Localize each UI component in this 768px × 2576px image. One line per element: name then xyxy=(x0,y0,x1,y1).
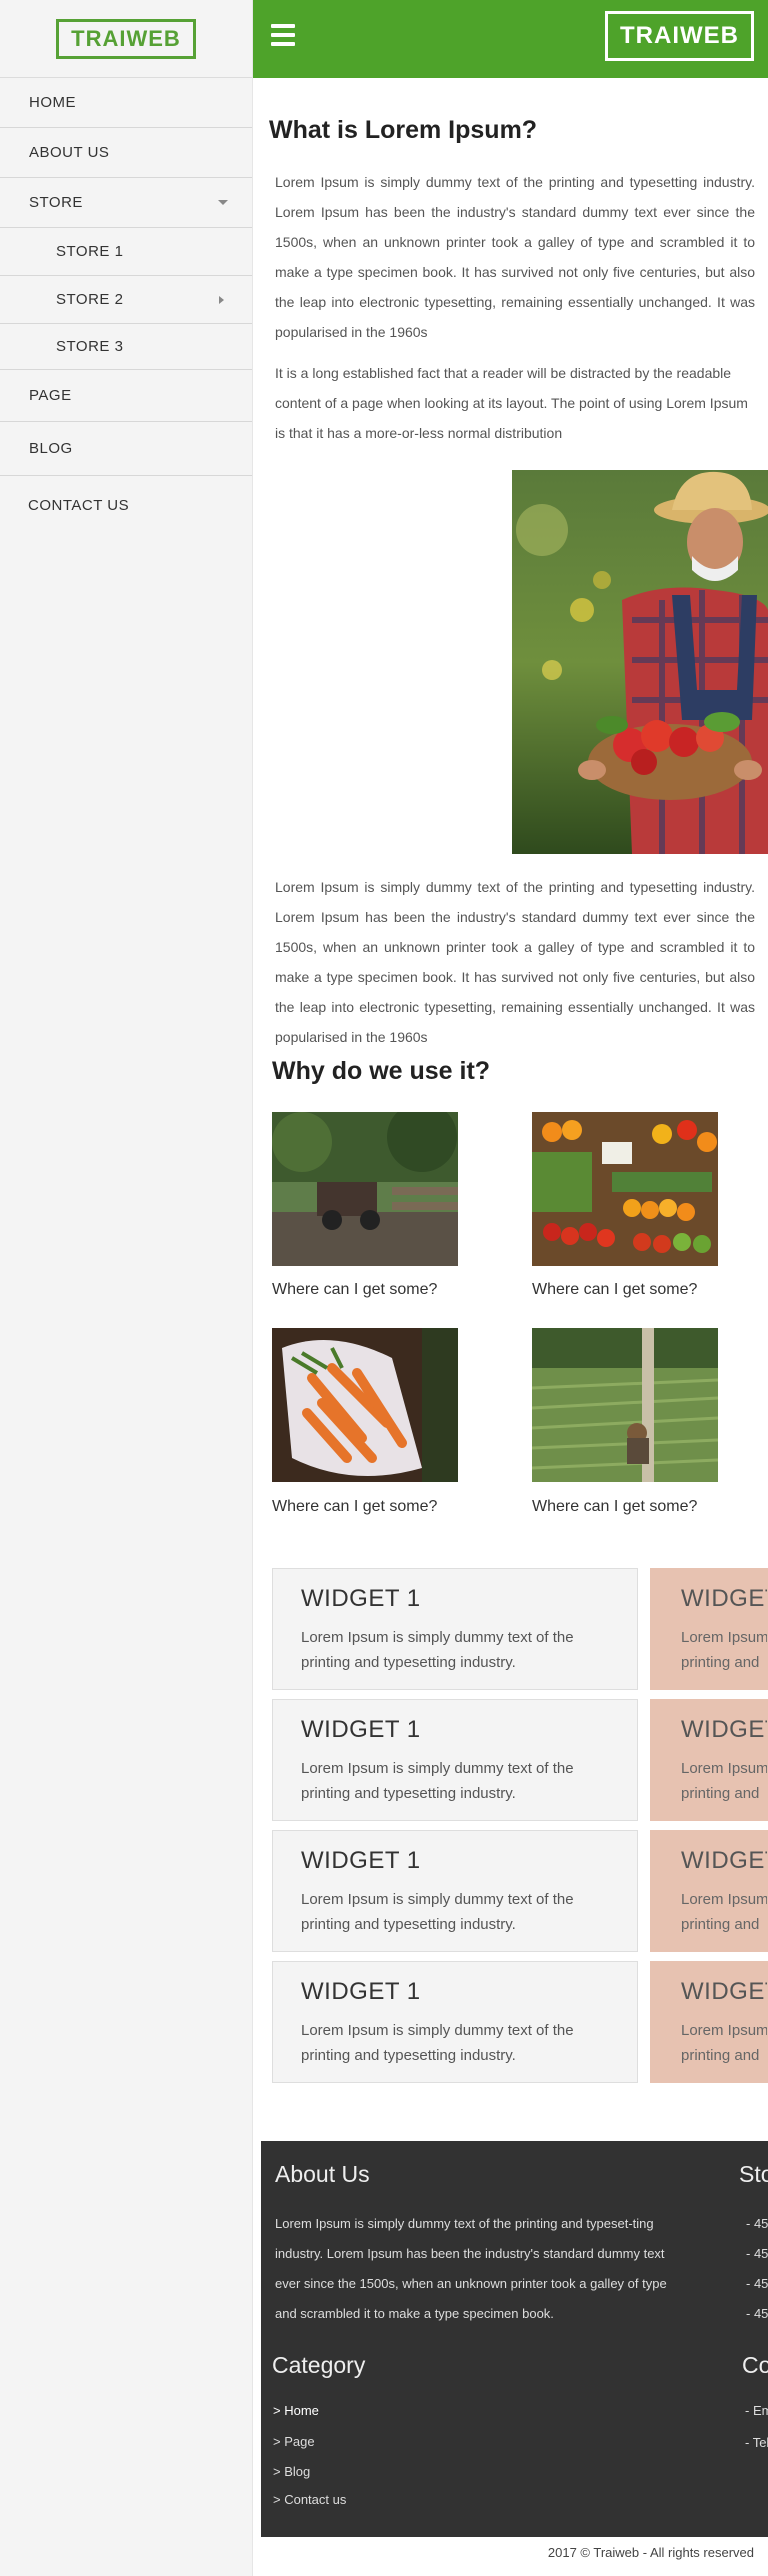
sidebar-item-about-us[interactable]: ABOUT US xyxy=(0,128,252,178)
sidebar-item-label: STORE 2 xyxy=(56,291,124,308)
widget-title: WIDGET xyxy=(681,1585,767,1612)
sidebar-item-home[interactable]: HOME xyxy=(0,78,252,128)
widget-card: WIDGET 1 Lorem Ipsum is simply dummy tex… xyxy=(272,1961,638,2083)
article-title: What is Lorem Ipsum? xyxy=(269,116,538,144)
sidebar-item-contact-us[interactable]: CONTACT US xyxy=(0,476,252,534)
widget-text: Lorem Ipsum is simply dummy text of the … xyxy=(301,1760,574,1802)
article-paragraph-3: Lorem Ipsum is simply dummy text of the … xyxy=(275,879,755,1045)
sidebar-logo[interactable]: TRAIWEB xyxy=(56,18,196,59)
sidebar-item-store[interactable]: STORE xyxy=(0,178,252,228)
gallery-caption[interactable]: Where can I get some? xyxy=(272,1498,437,1516)
widget-title: WIDGET 1 xyxy=(301,1847,421,1874)
footer-store-item: - 45/ xyxy=(746,2276,768,2291)
hamburger-menu-icon[interactable] xyxy=(271,24,295,46)
widget-card: WIDGET 1 Lorem Ipsum is simply dummy tex… xyxy=(272,1830,638,1952)
footer-link-blog[interactable]: > Blog xyxy=(273,2464,310,2479)
footer-contact-item: - Ema xyxy=(745,2403,768,2418)
chevron-down-icon[interactable] xyxy=(218,200,228,205)
article-paragraph-2: It is a long established fact that a rea… xyxy=(275,365,748,441)
widget-text: Lorem Ipsum is simply dummy text of the … xyxy=(301,2022,574,2064)
sidebar: TRAIWEB HOME ABOUT US STORE STORE 1 STOR… xyxy=(0,0,253,2576)
widget-text: Lorem Ipsum printing and xyxy=(681,1629,768,1671)
widget-title: WIDGET xyxy=(681,1847,767,1874)
widget-card-side: WIDGET Lorem Ipsum printing and xyxy=(650,1568,768,1690)
widget-text: Lorem Ipsum is simply dummy text of the … xyxy=(301,1629,574,1671)
sidebar-item-store-3[interactable]: STORE 3 xyxy=(0,324,252,370)
gallery-image-tractor[interactable] xyxy=(272,1112,458,1266)
footer-store-item: - 45/ xyxy=(746,2216,768,2231)
footer-store-item: - 45/ xyxy=(746,2306,768,2321)
sidebar-item-blog[interactable]: BLOG xyxy=(0,422,252,476)
widget-card-side: WIDGET Lorem Ipsum printing and xyxy=(650,1830,768,1952)
footer-link-contact[interactable]: > Contact us xyxy=(273,2492,346,2507)
footer-link-page[interactable]: > Page xyxy=(273,2434,315,2449)
gallery-image-carrots[interactable] xyxy=(272,1328,458,1482)
widget-title: WIDGET xyxy=(681,1978,767,2005)
widget-text: Lorem Ipsum printing and xyxy=(681,1760,768,1802)
widget-title: WIDGET xyxy=(681,1716,767,1743)
footer-category-title: Category xyxy=(272,2352,366,2378)
footer-store-item: - 45/ xyxy=(746,2246,768,2261)
widget-card: WIDGET 1 Lorem Ipsum is simply dummy tex… xyxy=(272,1699,638,1821)
widget-text: Lorem Ipsum printing and xyxy=(681,1891,768,1933)
footer-link-home[interactable]: > Home xyxy=(273,2403,319,2418)
sidebar-item-page[interactable]: PAGE xyxy=(0,370,252,422)
footer-contact-item: - Tel: xyxy=(745,2435,768,2450)
widget-title: WIDGET 1 xyxy=(301,1716,421,1743)
widget-title: WIDGET 1 xyxy=(301,1585,421,1612)
copyright-text: 2017 © Traiweb - All rights reserved xyxy=(547,2545,754,2560)
gallery-image-field[interactable] xyxy=(532,1328,718,1482)
sidebar-item-label: STORE xyxy=(29,194,83,211)
widget-card: WIDGET 1 Lorem Ipsum is simply dummy tex… xyxy=(272,1568,638,1690)
section-title-why: Why do we use it? xyxy=(272,1057,491,1085)
chevron-right-icon[interactable] xyxy=(219,296,224,304)
footer-store-title: Sto xyxy=(739,2161,768,2187)
top-bar: TRAIWEB xyxy=(253,0,768,78)
footer-about-text: Lorem Ipsum is simply dummy text of the … xyxy=(275,2216,667,2321)
widget-text: Lorem Ipsum is simply dummy text of the … xyxy=(301,1891,574,1933)
sidebar-item-store-2[interactable]: STORE 2 xyxy=(0,276,252,324)
widget-title: WIDGET 1 xyxy=(301,1978,421,2005)
gallery-caption[interactable]: Where can I get some? xyxy=(532,1281,697,1299)
widget-card-side: WIDGET Lorem Ipsum printing and xyxy=(650,1961,768,2083)
widget-text: Lorem Ipsum printing and xyxy=(681,2022,768,2064)
article-paragraph-1: Lorem Ipsum is simply dummy text of the … xyxy=(275,174,755,340)
gallery-caption[interactable]: Where can I get some? xyxy=(532,1498,697,1516)
gallery-image-market[interactable] xyxy=(532,1112,718,1266)
widget-card-side: WIDGET Lorem Ipsum printing and xyxy=(650,1699,768,1821)
footer: About Us Lorem Ipsum is simply dummy tex… xyxy=(261,2141,768,2537)
farmer-photo xyxy=(512,470,768,854)
footer-contact-title: Co xyxy=(742,2352,768,2378)
gallery-caption[interactable]: Where can I get some? xyxy=(272,1281,437,1299)
footer-about-title: About Us xyxy=(275,2161,370,2187)
sidebar-logo-area: TRAIWEB xyxy=(0,0,252,78)
sidebar-item-store-1[interactable]: STORE 1 xyxy=(0,228,252,276)
header-logo[interactable]: TRAIWEB xyxy=(605,11,754,61)
